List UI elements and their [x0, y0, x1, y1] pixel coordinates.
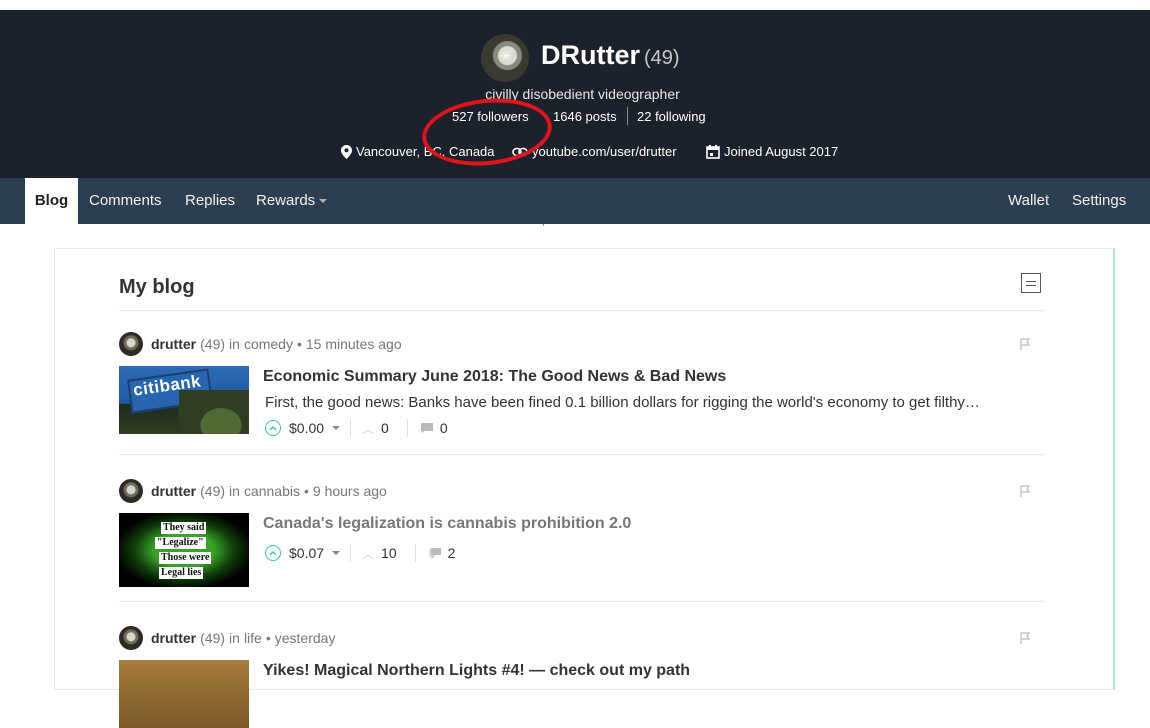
post-thumbnail[interactable]: They said "Legalize" Those were Legal li… — [119, 513, 249, 587]
thumbnail-caption-line: "Legalize" — [155, 537, 206, 549]
thumbnail-caption-line: Those were — [159, 552, 212, 564]
author-reputation: (49) — [200, 483, 226, 499]
post-title[interactable]: Yikes! Magical Northern Lights #4! — che… — [263, 662, 690, 680]
avatar[interactable] — [119, 332, 143, 356]
post-thumbnail[interactable]: citibank — [119, 366, 249, 434]
calendar-icon — [706, 144, 720, 159]
votes-count[interactable]: 10 — [381, 545, 397, 561]
profile-stats: 527 followers 1646 posts 22 following — [0, 107, 1150, 226]
divider — [414, 544, 416, 562]
comments-count[interactable]: 2 — [448, 545, 456, 561]
profile-name: DRutter (49) — [541, 40, 680, 71]
joined-text: Joined August 2017 — [724, 144, 839, 159]
category-link[interactable]: comedy — [244, 336, 293, 352]
thumbnail-caption-line: Legal lies — [159, 567, 204, 579]
profile-about: civilly disobedient videographer — [485, 86, 680, 102]
page-title: My blog — [119, 276, 195, 298]
upvote-button[interactable] — [265, 545, 281, 561]
divider — [406, 419, 408, 437]
payout-value[interactable]: $0.07 — [289, 545, 324, 561]
post-actions: $0.00 ︿ 0 0 — [265, 418, 448, 438]
flag-icon[interactable] — [1019, 632, 1031, 644]
cannabis-leaf-icon: ✳ — [500, 48, 512, 64]
category-link[interactable]: cannabis — [244, 483, 300, 499]
divider — [119, 601, 1045, 602]
joined: Joined August 2017 — [706, 144, 838, 159]
profile-avatar[interactable]: ✳ — [481, 34, 529, 82]
payout-value[interactable]: $0.00 — [289, 420, 324, 436]
thumbnail-caption-line: They said — [161, 522, 207, 534]
payout-dropdown-icon[interactable] — [332, 551, 341, 555]
post-time[interactable]: 15 minutes ago — [306, 336, 402, 352]
category-link[interactable]: life — [244, 630, 262, 646]
avatar[interactable] — [119, 626, 143, 650]
flag-icon[interactable] — [1019, 485, 1031, 497]
thumbnail-trees — [179, 390, 249, 434]
avatar[interactable] — [119, 479, 143, 503]
comments-count[interactable]: 0 — [440, 420, 448, 436]
profile-header: ✳ DRutter (49) civilly disobedient videog… — [0, 10, 1150, 226]
profile-nav: Blog Comments Replies Rewards Wallet Set… — [0, 178, 1150, 224]
chevron-up-icon — [269, 551, 277, 556]
post-item: drutter (49) in cannabis • 9 hours ago T… — [119, 479, 1045, 599]
votes-count[interactable]: 0 — [381, 420, 389, 436]
bullet: • — [296, 336, 302, 352]
author-link[interactable]: drutter — [151, 630, 196, 646]
divider — [350, 544, 352, 562]
stat-divider — [627, 107, 628, 125]
profile-reputation: (49) — [644, 47, 680, 69]
author-link[interactable]: drutter — [151, 336, 196, 352]
posts-count: 1646 posts — [553, 109, 617, 124]
chevron-down-icon — [319, 199, 328, 204]
divider — [119, 454, 1045, 455]
upvote-button[interactable] — [265, 420, 281, 436]
payout-dropdown-icon[interactable] — [332, 426, 341, 430]
tab-settings[interactable]: Settings — [1072, 178, 1126, 224]
flag-icon[interactable] — [1019, 338, 1031, 350]
blog-panel: My blog drutter (49) in comedy • 15 minu… — [54, 248, 1115, 728]
post-time[interactable]: yesterday — [275, 630, 336, 646]
divider — [119, 310, 1045, 311]
post-thumbnail[interactable] — [119, 660, 249, 728]
post-title[interactable]: Economic Summary June 2018: The Good New… — [263, 368, 726, 386]
post-title[interactable]: Canada's legalization is cannabis prohib… — [263, 515, 631, 533]
profile-name-text: DRutter — [541, 40, 640, 70]
tab-replies[interactable]: Replies — [185, 178, 235, 224]
post-actions: $0.07 ︿ 10 2 — [265, 543, 455, 563]
in-label: in — [229, 630, 240, 646]
layout-toggle-button[interactable] — [1021, 273, 1041, 293]
post-author-row: drutter (49) in cannabis • 9 hours ago — [119, 479, 387, 503]
votes-icon: ︿ — [363, 549, 374, 561]
comments-icon — [428, 548, 441, 559]
red-annotation-circle — [418, 92, 556, 172]
post-excerpt[interactable]: First, the good news: Banks have been fi… — [265, 394, 1035, 411]
author-reputation: (49) — [200, 336, 226, 352]
author-link[interactable]: drutter — [151, 483, 196, 499]
post-item: drutter (49) in comedy • 15 minutes ago … — [119, 332, 1045, 452]
tab-rewards[interactable]: Rewards — [256, 178, 328, 224]
comment-icon — [420, 423, 433, 433]
divider — [350, 419, 352, 437]
tab-wallet[interactable]: Wallet — [1008, 178, 1049, 224]
post-time[interactable]: 9 hours ago — [313, 483, 387, 499]
in-label: in — [229, 483, 240, 499]
tab-rewards-label: Rewards — [256, 192, 316, 209]
following-link[interactable]: 22 following — [637, 109, 706, 124]
post-author-row: drutter (49) in comedy • 15 minutes ago — [119, 332, 402, 356]
bullet: • — [303, 483, 309, 499]
author-reputation: (49) — [200, 630, 226, 646]
location-pin-icon — [341, 144, 352, 159]
website-link[interactable]: youtube.com/user/drutter — [532, 144, 677, 159]
top-strip — [0, 0, 1150, 10]
tab-comments[interactable]: Comments — [89, 178, 162, 224]
in-label: in — [229, 336, 240, 352]
post-author-row: drutter (49) in life • yesterday — [119, 626, 335, 650]
bullet: • — [265, 630, 271, 646]
post-item: drutter (49) in life • yesterday Yikes! … — [119, 626, 1045, 728]
tab-blog[interactable]: Blog — [25, 178, 78, 224]
votes-icon: ︿ — [363, 424, 374, 436]
list-icon — [1026, 281, 1036, 282]
chevron-up-icon — [269, 426, 277, 431]
list-icon-line — [1026, 285, 1036, 286]
